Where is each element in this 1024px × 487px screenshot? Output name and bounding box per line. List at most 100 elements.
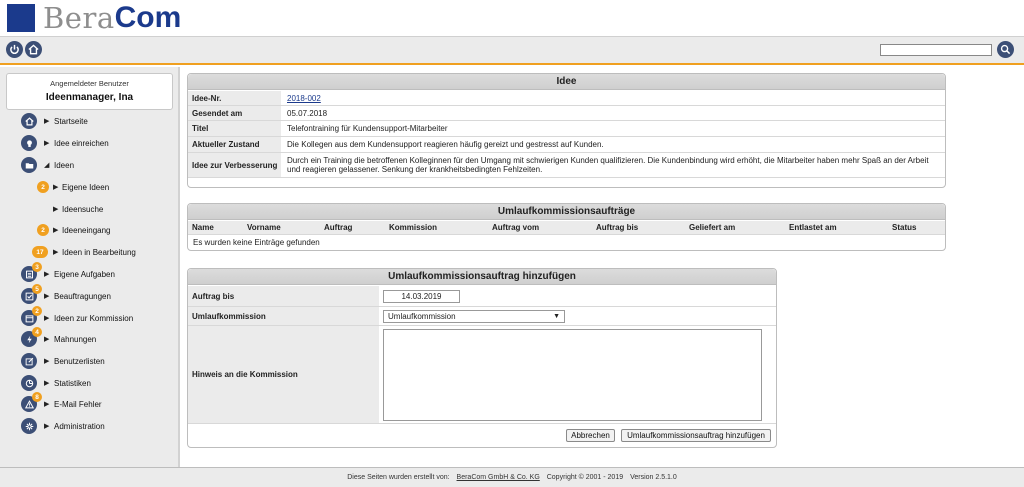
improvement-value: Durch ein Training die betroffenen Kolle…	[287, 156, 929, 174]
sidebar-item-idee-einreichen[interactable]: ▶ Idee einreichen	[0, 134, 180, 152]
sidebar-item-ideensuche[interactable]: ▶ Ideensuche	[0, 200, 180, 218]
toolbar	[0, 37, 1024, 65]
hinweis-textarea[interactable]	[383, 329, 762, 421]
sidebar: Angemeldeter Benutzer Ideenmanager, Ina …	[0, 67, 180, 467]
hinweis-row: Hinweis an die Kommission	[188, 326, 776, 424]
sidebar-item-ideen-in-bearbeitung[interactable]: 17 ▶ Ideen in Bearbeitung	[0, 243, 180, 261]
column-header[interactable]: Auftrag	[320, 221, 352, 234]
sidebar-item-label: Startseite	[54, 116, 88, 126]
title-value: Telefontraining für Kundensupport-Mitarb…	[287, 124, 448, 133]
edit-icon	[21, 353, 37, 369]
kommission-select[interactable]: Umlaufkommission ▼	[383, 310, 565, 323]
idea-row-title: Titel Telefontraining für Kundensupport-…	[188, 121, 945, 137]
auftrag-bis-row: Auftrag bis 14.03.2019	[188, 286, 776, 307]
chevron-right-icon: ▶	[44, 315, 50, 322]
count-badge: 3	[32, 262, 42, 272]
count-badge: 2	[32, 306, 42, 316]
search-input[interactable]	[880, 44, 992, 56]
chevron-right-icon: ▶	[53, 249, 59, 256]
sidebar-item-label: Ideen	[54, 160, 75, 170]
sidebar-item-benutzerlisten[interactable]: ▶ Benutzerlisten	[0, 352, 180, 370]
improvement-label: Idee zur Verbesserung	[188, 153, 281, 177]
sidebar-item-administration[interactable]: ▶ Administration	[0, 417, 180, 435]
sidebar-item-label: E-Mail Fehler	[54, 399, 102, 409]
title-label: Titel	[188, 121, 281, 136]
column-header[interactable]: Name	[188, 221, 214, 234]
chevron-right-icon: ▶	[44, 118, 50, 125]
chevron-right-icon: ▶	[44, 336, 50, 343]
sidebar-item-mahnungen[interactable]: 4 ▶ Mahnungen	[0, 327, 180, 348]
cancel-button[interactable]: Abbrechen	[566, 429, 615, 442]
column-header[interactable]: Entlastet am	[785, 221, 837, 234]
logged-in-user-name: Ideenmanager, Ina	[45, 92, 134, 103]
idea-number-link[interactable]: 2018-002	[287, 94, 321, 103]
count-badge: 2	[37, 224, 49, 236]
column-header[interactable]: Geliefert am	[685, 221, 735, 234]
dropdown-arrow-icon: ▼	[553, 313, 560, 320]
kommission-label: Umlaufkommission	[188, 307, 379, 325]
user-box: Angemeldeter Benutzer Ideenmanager, Ina	[6, 73, 173, 110]
idea-number-value[interactable]: 2018-002	[282, 91, 321, 105]
current-state-value: Die Kollegen aus dem Kundensupport reagi…	[287, 140, 604, 149]
folder-icon	[21, 157, 37, 173]
auftrag-bis-label: Auftrag bis	[188, 286, 379, 306]
beracom-logo[interactable]: Bera Com	[7, 1, 182, 35]
home-icon	[21, 113, 37, 129]
chevron-right-icon: ▶	[44, 140, 50, 147]
auftrag-bis-date-input[interactable]: 14.03.2019	[383, 290, 460, 303]
chevron-right-icon: ▶	[53, 206, 59, 213]
footer-copyright: Copyright © 2001 - 2019	[546, 474, 624, 481]
pie-chart-icon	[21, 375, 37, 391]
sidebar-item-label: Ideeneingang	[62, 225, 111, 235]
add-order-panel: Umlaufkommissionsauftrag hinzufügen Auft…	[187, 268, 777, 448]
sidebar-item-eigene-ideen[interactable]: 2 ▶ Eigene Ideen	[0, 178, 180, 196]
column-header[interactable]: Vorname	[243, 221, 281, 234]
chevron-right-icon: ▶	[44, 271, 50, 278]
sidebar-item-statistiken[interactable]: ▶ Statistiken	[0, 374, 180, 392]
orders-empty-row: Es wurden keine Einträge gefunden	[188, 235, 945, 250]
column-header[interactable]: Auftrag vom	[488, 221, 539, 234]
sidebar-item-ideen[interactable]: ◢ Ideen	[0, 156, 180, 174]
count-badge: 4	[32, 327, 42, 337]
idea-row-improvement: Idee zur Verbesserung Durch ein Training…	[188, 153, 945, 178]
sidebar-item-startseite[interactable]: ▶ Startseite	[0, 112, 180, 130]
sidebar-item-ideeneingang[interactable]: 2 ▶ Ideeneingang	[0, 221, 180, 239]
idea-row-number: Idee-Nr. 2018-002	[188, 91, 945, 106]
empty-message: Es wurden keine Einträge gefunden	[193, 238, 320, 247]
idea-number-label: Idee-Nr.	[188, 91, 281, 105]
sidebar-item-ideen-zur-kommission[interactable]: 2 ▶ Ideen zur Kommission	[0, 306, 180, 327]
footer: Diese Seiten wurden erstellt von: BeraCo…	[0, 467, 1024, 487]
add-order-panel-title: Umlaufkommissionsauftrag hinzufügen	[188, 269, 776, 285]
sent-date-value: 05.07.2018	[287, 108, 328, 118]
logo-text-com: Com	[114, 1, 182, 34]
sidebar-item-beauftragungen[interactable]: 5 ▶ Beauftragungen	[0, 284, 180, 305]
footer-company-link[interactable]: BeraCom GmbH & Co. KG	[457, 474, 540, 481]
sidebar-item-email-fehler[interactable]: 8 ▶ E-Mail Fehler	[0, 392, 180, 413]
gear-icon	[21, 418, 37, 434]
add-order-button[interactable]: Umlaufkommissionsauftrag hinzufügen	[621, 429, 771, 442]
chevron-right-icon: ▶	[44, 401, 50, 408]
column-header[interactable]: Kommission	[385, 221, 437, 234]
chevron-right-icon: ▶	[44, 380, 50, 387]
column-header[interactable]: Status	[888, 221, 916, 234]
orders-panel-title: Umlaufkommissionsaufträge	[188, 204, 945, 220]
search-icon[interactable]	[997, 41, 1014, 58]
logged-in-user-label: Angemeldeter Benutzer	[50, 79, 129, 88]
sidebar-item-eigene-aufgaben[interactable]: 3 ▶ Eigene Aufgaben	[0, 262, 180, 283]
footer-prefix: Diese Seiten wurden erstellt von:	[347, 474, 450, 481]
count-badge: 8	[32, 392, 42, 402]
sidebar-item-label: Beauftragungen	[54, 291, 111, 301]
count-badge: 2	[37, 181, 49, 193]
sidebar-item-label: Statistiken	[54, 378, 91, 388]
column-header[interactable]: Auftrag bis	[592, 221, 638, 234]
chevron-right-icon: ▶	[53, 184, 59, 191]
sidebar-item-label: Mahnungen	[54, 334, 97, 344]
idea-row-state: Aktueller Zustand Die Kollegen aus dem K…	[188, 137, 945, 153]
kommission-row: Umlaufkommission Umlaufkommission ▼	[188, 307, 776, 326]
count-badge: 17	[32, 246, 48, 258]
orders-table-header: Name Vorname Auftrag Kommission Auftrag …	[188, 221, 945, 235]
home-icon[interactable]	[25, 41, 42, 58]
count-badge: 5	[32, 284, 42, 294]
power-icon[interactable]	[6, 41, 23, 58]
sidebar-item-label: Eigene Aufgaben	[54, 269, 115, 279]
